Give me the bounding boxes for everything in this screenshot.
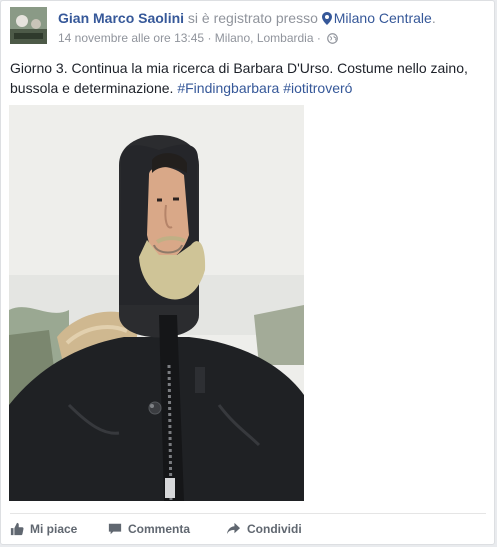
place-name: Milano Centrale — [333, 10, 432, 26]
post-text: Giorno 3. Continua la mia ricerca di Bar… — [10, 58, 490, 98]
author-avatar[interactable] — [10, 7, 47, 44]
post-timestamp[interactable]: 14 novembre alle ore 13:45 — [58, 31, 204, 45]
post-header: Gian Marco Saolini si è registrato press… — [58, 10, 436, 28]
share-button[interactable]: Condividi — [226, 520, 302, 538]
meta-separator-2: · — [316, 31, 321, 45]
actions-divider — [10, 513, 486, 514]
selfie-photo — [9, 105, 304, 501]
checkin-place-link[interactable]: Milano Centrale — [321, 10, 432, 28]
share-label: Condividi — [247, 522, 302, 536]
hashtag-link[interactable]: #iotitroveró — [283, 80, 352, 96]
post-photo[interactable] — [9, 105, 304, 501]
like-button[interactable]: Mi piace — [10, 520, 108, 538]
place-suffix: . — [431, 10, 436, 26]
location-pin-icon — [321, 12, 332, 28]
avatar-image — [10, 7, 47, 44]
post-location[interactable]: Milano, Lombardia — [215, 31, 314, 45]
author-name[interactable]: Gian Marco Saolini — [58, 10, 184, 26]
checkin-verb: si è registrato presso — [187, 10, 318, 26]
comment-button[interactable]: Commenta — [108, 520, 226, 538]
like-label: Mi piace — [30, 522, 78, 536]
globe-icon[interactable] — [327, 33, 339, 47]
comment-label: Commenta — [128, 522, 191, 536]
thumbs-up-icon — [10, 522, 24, 536]
comment-icon — [108, 523, 122, 535]
post-meta: 14 novembre alle ore 13:45 · Milano, Lom… — [58, 31, 339, 47]
share-arrow-icon — [226, 522, 241, 535]
post-actions: Mi piace Commenta Condividi — [10, 520, 302, 538]
meta-separator: · — [207, 31, 212, 45]
post-card: Gian Marco Saolini si è registrato press… — [0, 0, 495, 545]
hashtag-link[interactable]: #Findingbarbara — [177, 80, 279, 96]
